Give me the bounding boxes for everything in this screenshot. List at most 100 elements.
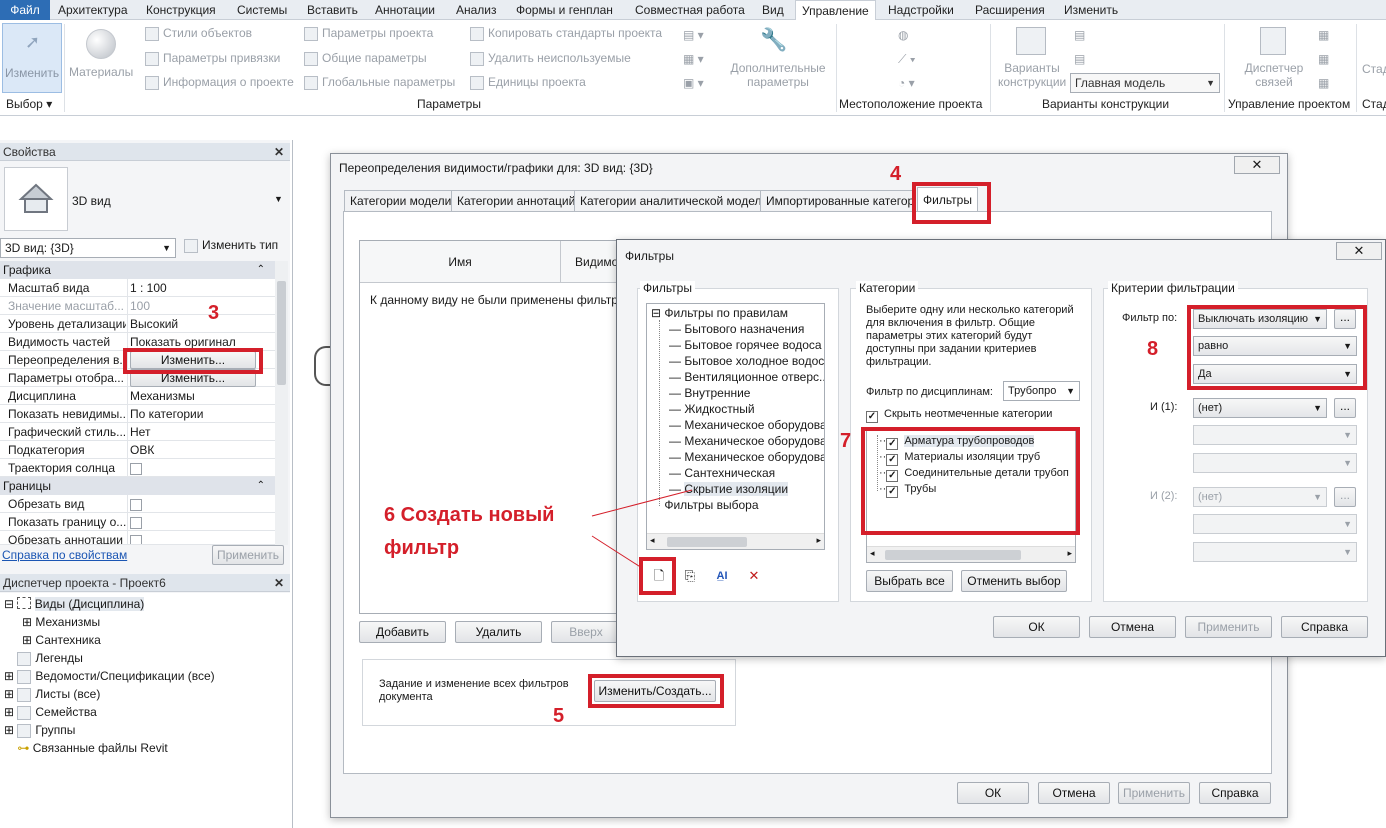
location-tool-2[interactable]: ⟋ ▾ <box>898 52 916 67</box>
modify-button[interactable]: ➚ Изменить <box>2 23 62 93</box>
filter-item[interactable]: — Внутренние <box>669 385 750 401</box>
tree-root-rule-filters[interactable]: ⊟ Фильтры по правилам <box>651 305 788 321</box>
tree-item-views[interactable]: ⊟ Виды (Дисциплина) <box>4 597 145 611</box>
menu-tab-modify[interactable]: Изменить <box>1064 0 1118 20</box>
crop-view-checkbox[interactable] <box>130 498 142 511</box>
and1-more-button[interactable]: ... <box>1334 398 1356 418</box>
option-tool-1[interactable]: ▤ <box>1074 28 1085 42</box>
type-dropdown-arrow[interactable]: ▼ <box>274 194 283 204</box>
vg-apply-button[interactable]: Применить <box>1118 782 1190 804</box>
shared-params-button[interactable]: Общие параметры <box>304 51 427 66</box>
main-model-select[interactable]: Главная модель ▼ <box>1070 73 1220 93</box>
filters-ok-button[interactable]: ОК <box>993 616 1080 638</box>
transfer-standards-button[interactable]: Копировать стандарты проекта <box>470 26 662 41</box>
menu-tab-systems[interactable]: Системы <box>237 0 287 20</box>
filter-item[interactable]: — Бытовое горячее водоса <box>669 337 822 353</box>
menu-tab-manage[interactable]: Управление <box>795 0 876 21</box>
view-instance-select[interactable]: 3D вид: {3D} ▼ <box>0 238 176 258</box>
object-styles-button[interactable]: Стили объектов <box>145 26 252 41</box>
manage-tool-1[interactable]: ▦ <box>1318 28 1329 42</box>
properties-scrollbar[interactable] <box>275 261 288 545</box>
group-select-label[interactable]: Выбор ▾ <box>6 97 52 111</box>
section-extents[interactable]: Границы ⌃ <box>0 477 275 495</box>
manage-links-button[interactable]: Диспетчер связей <box>1236 23 1312 93</box>
vg-help-button[interactable]: Справка <box>1199 782 1271 804</box>
tab-imported-categories[interactable]: Импортированные категории <box>760 190 914 212</box>
option-tool-2[interactable]: ▤ <box>1074 52 1085 66</box>
menu-tab-insert[interactable]: Вставить <box>307 0 358 20</box>
tab-annotation-categories[interactable]: Категории аннотаций <box>451 190 582 212</box>
tree-item-legends[interactable]: Легенды <box>4 651 83 666</box>
filter-item[interactable]: — Механическое оборудова <box>669 433 824 449</box>
filter-item[interactable]: — Бытовое холодное водосн <box>669 353 824 369</box>
properties-help-link[interactable]: Справка по свойствам <box>2 548 127 562</box>
tree-item-plumbing[interactable]: ⊞ Сантехника <box>22 633 101 647</box>
move-up-button[interactable]: Вверх <box>551 621 621 643</box>
vg-close-button[interactable]: ✕ <box>1234 156 1280 174</box>
small-tool-3[interactable]: ▣ ▾ <box>683 76 704 90</box>
menu-tab-addins[interactable]: Надстройки <box>888 0 954 20</box>
filters-help-button[interactable]: Справка <box>1281 616 1368 638</box>
menu-file[interactable]: Файл <box>0 0 50 20</box>
menu-tab-collaborate[interactable]: Совместная работа <box>635 0 745 20</box>
materials-button[interactable]: Материалы <box>66 23 136 93</box>
filter-item[interactable]: — Бытового назначения <box>669 321 804 337</box>
rename-filter-icon[interactable]: A̲I <box>711 565 733 587</box>
filter-item[interactable]: — Механическое оборудова <box>669 449 824 465</box>
discipline-select[interactable]: Трубопро ▼ <box>1003 381 1080 401</box>
menu-tab-extensions[interactable]: Расширения <box>975 0 1045 20</box>
sun-path-checkbox[interactable] <box>130 462 142 475</box>
purge-unused-button[interactable]: Удалить неиспользуемые <box>470 51 631 66</box>
filter-item[interactable]: — Вентиляционное отверс... <box>669 369 824 385</box>
delete-filter-icon[interactable]: ✕ <box>743 565 765 587</box>
add-filter-button[interactable]: Добавить <box>359 621 446 643</box>
annotation-crop-checkbox[interactable] <box>130 534 142 544</box>
filter-item[interactable]: — Сантехническая <box>669 465 775 481</box>
close-icon[interactable]: ✕ <box>274 574 284 592</box>
tree-item-schedules[interactable]: ⊞ Ведомости/Спецификации (все) <box>4 669 215 684</box>
properties-apply-button[interactable]: Применить <box>212 545 284 565</box>
tree-item-mechanical[interactable]: ⊞ Механизмы <box>22 615 100 629</box>
design-options-button[interactable]: Варианты конструкции <box>998 23 1066 93</box>
and1-parameter-select[interactable]: (нет) ▼ <box>1193 398 1327 418</box>
select-all-button[interactable]: Выбрать все <box>866 570 953 592</box>
filters-close-button[interactable]: ✕ <box>1336 242 1382 260</box>
project-info-button[interactable]: Информация о проекте <box>145 75 294 90</box>
manage-tool-2[interactable]: ▦ <box>1318 52 1329 66</box>
scroll-thumb[interactable] <box>277 281 286 385</box>
menu-tab-annotate[interactable]: Аннотации <box>375 0 435 20</box>
project-params-button[interactable]: Параметры проекта <box>304 26 433 41</box>
menu-tab-massing[interactable]: Формы и генплан <box>516 0 613 20</box>
crop-region-visible-checkbox[interactable] <box>130 516 142 529</box>
deselect-all-button[interactable]: Отменить выбор <box>961 570 1067 592</box>
menu-tab-architecture[interactable]: Архитектура <box>58 0 128 20</box>
menu-tab-view[interactable]: Вид <box>762 0 784 20</box>
menu-tab-structure[interactable]: Конструкция <box>146 0 216 20</box>
menu-tab-analyze[interactable]: Анализ <box>456 0 497 20</box>
phases-label[interactable]: Стад <box>1362 62 1386 76</box>
project-units-button[interactable]: Единицы проекта <box>470 75 586 90</box>
tree-item-families[interactable]: ⊞ Семейства <box>4 705 97 720</box>
vg-cancel-button[interactable]: Отмена <box>1038 782 1110 804</box>
tree-item-sheets[interactable]: ⊞ Листы (все) <box>4 687 100 702</box>
filter-item[interactable]: — Механическое оборудова <box>669 417 824 433</box>
section-graphics[interactable]: Графика ⌃ <box>0 261 275 279</box>
manage-tool-3[interactable]: ▦ <box>1318 76 1329 90</box>
tab-model-categories[interactable]: Категории модели <box>344 190 458 212</box>
small-tool-1[interactable]: ▤ ▾ <box>683 28 704 42</box>
hide-unchecked-checkbox[interactable]: ✓ <box>866 411 878 423</box>
filters-cancel-button[interactable]: Отмена <box>1089 616 1176 638</box>
hide-unchecked-option[interactable]: ✓ Скрыть неотмеченные категории <box>866 408 1052 423</box>
close-icon[interactable]: ✕ <box>274 143 284 161</box>
tab-analytical-categories[interactable]: Категории аналитической модели <box>574 190 775 212</box>
location-tool-1[interactable]: ◍ <box>898 28 908 42</box>
small-tool-2[interactable]: ▦ ▾ <box>683 52 704 66</box>
filters-apply-button[interactable]: Применить <box>1185 616 1272 638</box>
filter-item[interactable]: — Жидкостный <box>669 401 755 417</box>
column-header-visibility[interactable]: Видимо <box>561 241 622 283</box>
column-header-name[interactable]: Имя <box>360 241 561 283</box>
snaps-button[interactable]: Параметры привязки <box>145 51 280 66</box>
location-tool-3[interactable]: ◔ ▾ <box>898 76 915 90</box>
vg-ok-button[interactable]: ОК <box>957 782 1029 804</box>
tree-item-groups[interactable]: ⊞ Группы <box>4 723 75 738</box>
